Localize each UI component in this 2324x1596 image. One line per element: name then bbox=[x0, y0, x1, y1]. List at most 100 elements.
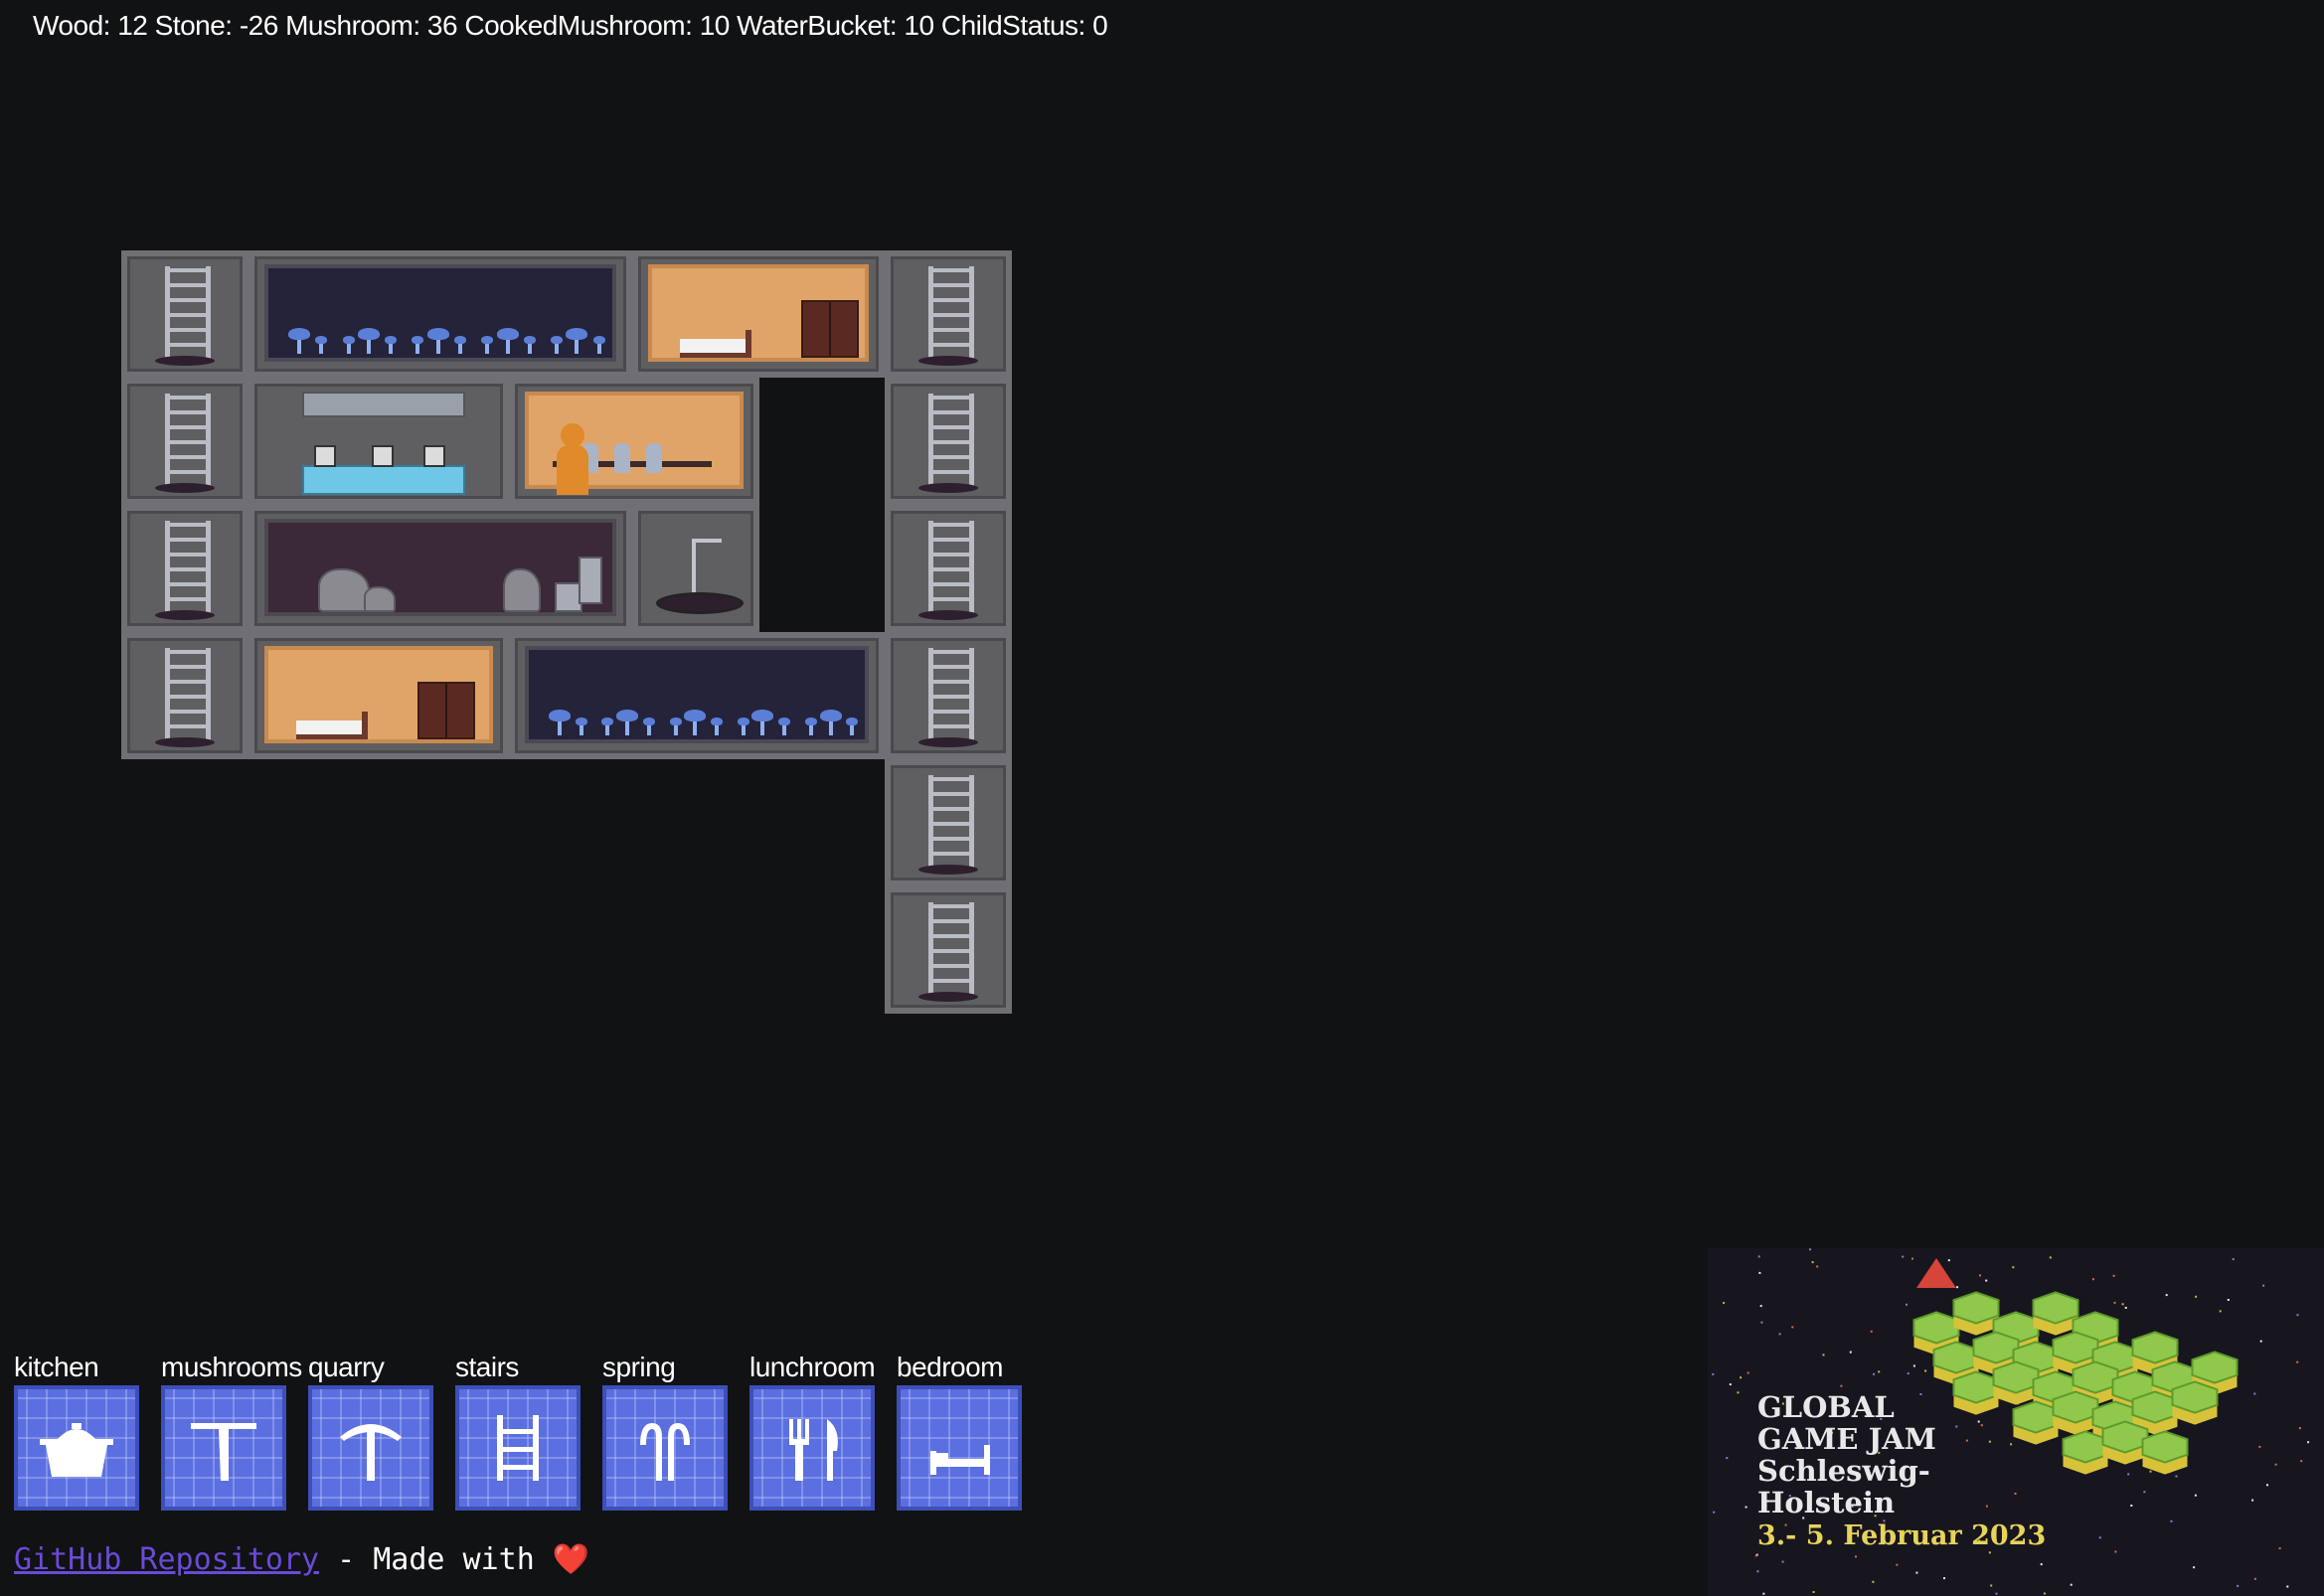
mushroom-farm-room[interactable] bbox=[509, 632, 885, 759]
mushroom-cap bbox=[566, 328, 588, 340]
star-dot bbox=[1758, 1271, 1761, 1274]
ladder-rung bbox=[928, 665, 974, 669]
star-dot bbox=[1713, 1511, 1716, 1514]
stairs-room[interactable] bbox=[885, 505, 1012, 632]
ladder-rung bbox=[928, 807, 974, 811]
mushroom-farm-room[interactable] bbox=[249, 250, 632, 378]
star-dot bbox=[1907, 1372, 1909, 1375]
star-dot bbox=[1756, 1570, 1759, 1573]
stairs-room[interactable] bbox=[121, 632, 249, 759]
ladder-hole bbox=[155, 610, 215, 620]
star-dot bbox=[1872, 1580, 1875, 1583]
footer: GitHub Repository - Made with ❤️ bbox=[14, 1542, 589, 1577]
ladder-rung bbox=[165, 343, 211, 347]
star-dot bbox=[2253, 1577, 2256, 1580]
spring-button[interactable] bbox=[602, 1385, 728, 1511]
star-dot bbox=[1912, 1364, 1915, 1367]
star-dot bbox=[1902, 1255, 1905, 1258]
star-dot bbox=[1911, 1257, 1913, 1260]
ladder-rung bbox=[928, 328, 974, 332]
stairs-room[interactable] bbox=[885, 759, 1012, 886]
ladder-rung bbox=[928, 343, 974, 347]
star-dot bbox=[2227, 1299, 2230, 1301]
hex-tile bbox=[2141, 1430, 2189, 1464]
stairs-room[interactable] bbox=[885, 378, 1012, 505]
well-pole bbox=[692, 539, 696, 592]
quarry-room[interactable] bbox=[249, 505, 632, 632]
star-dot bbox=[1754, 1554, 1757, 1557]
mushroom bbox=[454, 336, 466, 354]
ladder-hole bbox=[155, 737, 215, 747]
stairs-room[interactable] bbox=[121, 505, 249, 632]
stairs-room[interactable] bbox=[121, 378, 249, 505]
stairs-room[interactable] bbox=[885, 632, 1012, 759]
bedroom-room[interactable] bbox=[249, 632, 509, 759]
star-dot bbox=[1956, 1286, 1959, 1289]
mushrooms-button[interactable] bbox=[161, 1385, 286, 1511]
bedroom-button[interactable] bbox=[897, 1385, 1022, 1511]
bed-headboard bbox=[362, 712, 368, 739]
chair bbox=[646, 443, 662, 473]
ladder bbox=[165, 642, 211, 749]
ladder-rung bbox=[928, 268, 974, 272]
well-arm bbox=[692, 539, 722, 543]
stairs-room[interactable] bbox=[885, 250, 1012, 378]
star-dot bbox=[1712, 1372, 1715, 1375]
hex-tile bbox=[2052, 1331, 2099, 1364]
star-dot bbox=[2040, 1563, 2043, 1566]
made-with-text: - Made with bbox=[319, 1542, 553, 1577]
star-dot bbox=[1855, 1555, 1857, 1558]
mushroom bbox=[288, 328, 310, 354]
banner-line: GAME JAM bbox=[1757, 1422, 1936, 1456]
mushroom bbox=[846, 718, 859, 735]
star-dot bbox=[2049, 1256, 2052, 1259]
ladder-rung bbox=[928, 710, 974, 714]
ladder-hole bbox=[155, 356, 215, 366]
stairs-room[interactable] bbox=[885, 886, 1012, 1014]
mushroom-stem bbox=[673, 725, 678, 735]
mushroom bbox=[357, 328, 380, 354]
banner-title: GLOBAL GAME JAM Schleswig- Holstein bbox=[1757, 1391, 1936, 1518]
stairs-room[interactable] bbox=[121, 250, 249, 378]
kitchen-button[interactable] bbox=[14, 1385, 139, 1511]
star-dot bbox=[2130, 1505, 2133, 1507]
star-dot bbox=[1729, 1383, 1732, 1386]
star-dot bbox=[1778, 1333, 1781, 1336]
star-dot bbox=[2259, 1340, 2262, 1343]
bedroom-room[interactable] bbox=[632, 250, 885, 378]
mushroom-stem bbox=[741, 725, 746, 735]
lunchroom-button[interactable] bbox=[749, 1385, 875, 1511]
ladder-rung bbox=[165, 455, 211, 459]
ladder-rung bbox=[928, 695, 974, 699]
mushroom-cap bbox=[551, 336, 564, 344]
spring-room[interactable] bbox=[632, 505, 759, 632]
hex-tile bbox=[2131, 1331, 2179, 1364]
ladder bbox=[928, 769, 974, 877]
rock bbox=[503, 568, 541, 612]
star-dot bbox=[1955, 1425, 1958, 1428]
game-board[interactable] bbox=[0, 0, 1093, 1093]
hex-tile bbox=[2072, 1360, 2119, 1394]
mushroom-cap bbox=[575, 718, 587, 725]
mushroom bbox=[523, 336, 536, 354]
star-dot bbox=[1977, 1420, 1980, 1423]
ladder-rung bbox=[928, 777, 974, 781]
star-dot bbox=[1737, 1391, 1740, 1394]
mushroom-cap bbox=[804, 718, 817, 725]
ladder-rung bbox=[165, 538, 211, 542]
banner-line: GLOBAL bbox=[1757, 1390, 1895, 1424]
github-repository-link[interactable]: GitHub Repository bbox=[14, 1542, 319, 1577]
star-dot bbox=[2251, 1499, 2254, 1502]
kitchen-room[interactable] bbox=[249, 378, 509, 505]
lunchroom-room[interactable] bbox=[509, 378, 759, 505]
ladder bbox=[165, 388, 211, 495]
ladder-rung bbox=[165, 695, 211, 699]
hex-tile bbox=[2032, 1291, 2079, 1325]
star-dot bbox=[1979, 1274, 1981, 1277]
star-dot bbox=[2170, 1519, 2173, 1522]
star-dot bbox=[2278, 1547, 2281, 1550]
stairs-button[interactable] bbox=[455, 1385, 581, 1511]
ladder-rung bbox=[928, 837, 974, 841]
quarry-button[interactable] bbox=[308, 1385, 433, 1511]
mushroom bbox=[601, 718, 614, 735]
